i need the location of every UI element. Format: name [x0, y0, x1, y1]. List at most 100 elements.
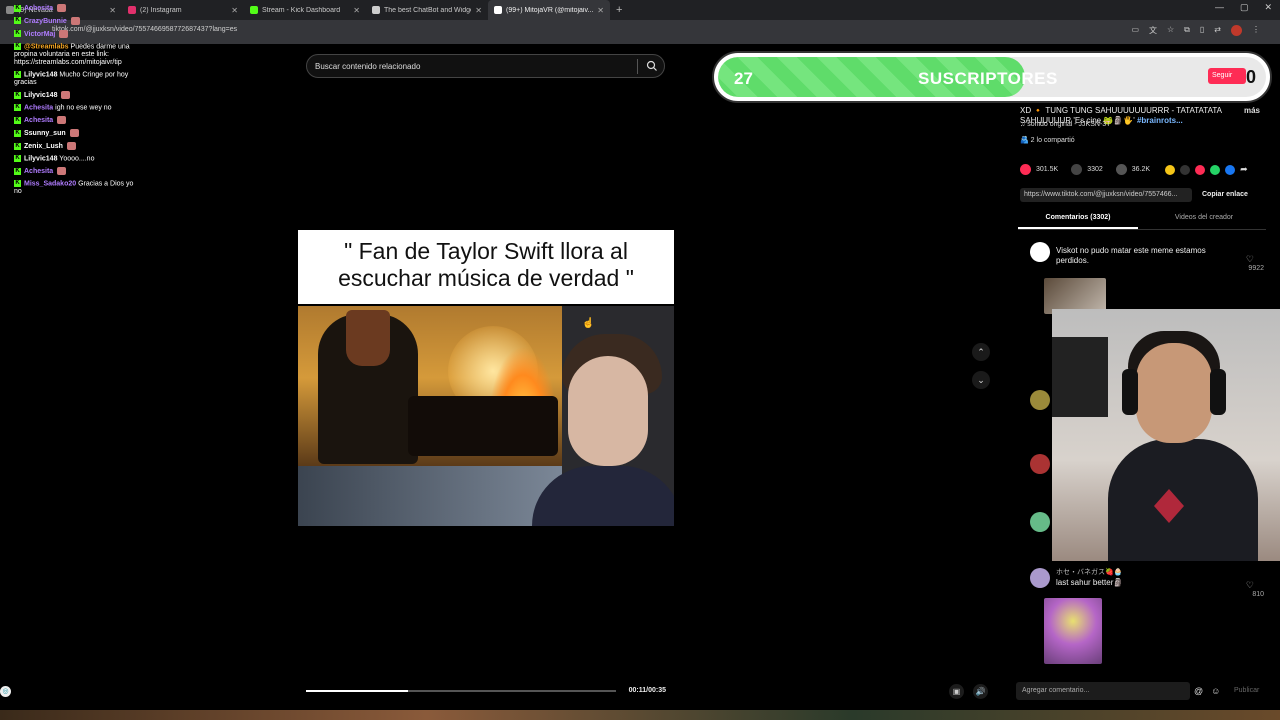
screen: (9) Nevada ✕ (2) Instagram ✕ Stream - Kick… — [0, 0, 1280, 720]
comment-heart-icon[interactable]: ♡ — [1246, 580, 1254, 591]
extensions-icon[interactable]: ⧉ — [1184, 25, 1190, 36]
comment-likes: 810 — [1252, 591, 1264, 598]
tab-favicon-icon — [6, 6, 14, 14]
search-icon[interactable] — [646, 60, 658, 72]
menu-icon[interactable]: ⋮ — [1252, 25, 1260, 36]
chat-username[interactable]: Zenix_Lush — [24, 143, 63, 150]
maximize-icon[interactable]: ▢ — [1240, 2, 1249, 13]
sidebar-icon[interactable]: ▯ — [1200, 25, 1204, 36]
browser-tab[interactable]: Stream - Kick Dashboard ✕ — [244, 0, 366, 20]
comment-image[interactable] — [1044, 598, 1102, 664]
avatar[interactable] — [1030, 242, 1050, 262]
close-tab-icon[interactable]: ✕ — [475, 6, 482, 15]
emote-icon — [70, 16, 80, 25]
goal-track: 27 SUSCRIPTORES 50 — [718, 57, 1266, 97]
close-tab-icon[interactable]: ✕ — [231, 6, 238, 15]
next-video-chevron-down-icon[interactable]: ⌄ — [972, 371, 990, 389]
tab-title: (99+) MitojaVR (@mitojaiv... — [506, 6, 594, 14]
embed-icon[interactable] — [1180, 164, 1191, 175]
bookmark-star-icon[interactable]: ☆ — [1167, 25, 1174, 36]
tab-creator-videos[interactable]: Videos del creador — [1142, 214, 1266, 221]
comment-icon[interactable] — [1071, 164, 1083, 175]
chat-username[interactable]: Achesita — [24, 168, 53, 175]
chat-username[interactable]: Miss_Sadako20 — [24, 180, 76, 187]
chat-username[interactable]: Ssunny_sun — [24, 130, 66, 137]
add-comment-input[interactable]: Agregar comentario... — [1016, 682, 1190, 700]
close-window-icon[interactable]: ✕ — [1264, 2, 1272, 13]
divider — [637, 59, 638, 74]
video-link-field[interactable]: https://www.tiktok.com/@jjuxksn/video/75… — [1020, 188, 1192, 202]
engagement-bar: 301.5K 3302 36.2K ➦ — [1020, 164, 1248, 175]
new-tab-icon[interactable]: + — [616, 4, 622, 16]
chat-username[interactable]: CrazyBunnie — [24, 18, 67, 25]
browser-tab[interactable]: (2) Instagram ✕ — [122, 0, 244, 20]
hashtag-link[interactable]: #brainrots... — [1137, 116, 1183, 125]
comment-likes: 9922 — [1248, 265, 1264, 272]
emote-icon — [69, 129, 79, 138]
minimize-icon[interactable]: — — [1215, 2, 1224, 13]
send-icon[interactable] — [1195, 164, 1206, 175]
comment-count: 3302 — [1087, 166, 1103, 173]
coin-icon[interactable] — [1165, 164, 1176, 175]
previous-video-chevron-up-icon[interactable]: ⌃ — [972, 343, 990, 361]
kick-badge-icon: K — [14, 116, 21, 124]
browser-tab[interactable]: The best ChatBot and Widgets ✕ — [366, 0, 488, 20]
chat-username[interactable]: Achesita — [24, 5, 53, 12]
volume-icon[interactable]: 🔊 — [973, 684, 988, 699]
browser-tab-active[interactable]: (99+) MitojaVR (@mitojaiv... ✕ — [488, 0, 610, 20]
share-arrow-icon[interactable]: ➦ — [1240, 164, 1248, 175]
webcam-overlay — [1052, 309, 1280, 561]
hand-cursor-icon: ☝ — [582, 318, 595, 329]
close-tab-icon[interactable]: ✕ — [597, 6, 604, 15]
kick-badge-icon: K — [14, 91, 21, 99]
chat-text: igh no ese wey no — [55, 104, 112, 112]
chat-username[interactable]: Lilyvic148 — [24, 92, 57, 99]
install-icon[interactable]: ▭ — [1131, 25, 1139, 36]
chat-username[interactable]: Achesita — [24, 104, 53, 111]
video-caption: " Fan de Taylor Swift llora al escuchar … — [298, 230, 674, 304]
kick-badge-icon: K — [14, 70, 21, 78]
like-count: 301.5K — [1036, 166, 1059, 173]
tab-title: (2) Instagram — [140, 6, 182, 14]
chat-username[interactable]: Achesita — [24, 117, 53, 124]
search-input[interactable]: Buscar contenido relacionado — [315, 62, 420, 71]
avatar[interactable] — [1030, 568, 1050, 588]
headphones-icon — [1122, 369, 1138, 415]
chat-username[interactable]: Lilyvic148 — [24, 71, 57, 78]
comment-heart-icon[interactable]: ♡ — [1246, 254, 1254, 265]
translate-icon[interactable]: 文 — [1149, 25, 1157, 36]
publish-button[interactable]: Publicar — [1234, 687, 1259, 694]
profile-avatar[interactable] — [1231, 25, 1242, 36]
bookmark-icon[interactable] — [1115, 164, 1127, 175]
headphones-icon — [1210, 369, 1226, 415]
avatar[interactable] — [1030, 390, 1050, 410]
chat-username[interactable]: Lilyvic148 — [24, 155, 57, 162]
emoji-icon[interactable]: ☺ — [1211, 686, 1220, 696]
emote-icon — [57, 116, 67, 125]
video-player[interactable]: Buscar contenido relacionado " Fan de Ta… — [298, 44, 674, 710]
whatsapp-icon[interactable] — [1210, 164, 1221, 175]
comment-author[interactable]: ホセ・バネガス🍓🧁 — [1056, 568, 1226, 578]
streamlabs-icon — [372, 6, 380, 14]
mention-icon[interactable]: @ — [1194, 686, 1203, 696]
copy-link-button[interactable]: Copiar enlace — [1202, 191, 1248, 198]
miniplayer-icon[interactable]: ▣ — [949, 684, 964, 699]
avatar[interactable] — [1030, 512, 1050, 532]
like-heart-icon[interactable] — [1020, 164, 1031, 175]
follow-button[interactable]: Seguir — [1208, 68, 1246, 84]
sound-link[interactable]: ♫ sonido original - JJKSN-3T — [1020, 121, 1110, 128]
close-tab-icon[interactable]: ✕ — [353, 6, 360, 15]
chat-message: K Lilyvic148 — [14, 91, 134, 100]
tab-comments[interactable]: Comentarios (3302) — [1018, 214, 1138, 229]
chat-username[interactable]: @Streamlabs — [24, 43, 69, 50]
more-button[interactable]: más — [1244, 106, 1260, 115]
cast-icon[interactable]: ⇄ — [1214, 25, 1221, 36]
emote-icon — [66, 142, 76, 151]
facebook-icon[interactable] — [1225, 164, 1236, 175]
chat-username[interactable]: VictorMaj — [24, 31, 55, 38]
video-progress-bar[interactable] — [306, 690, 616, 692]
chat-message: K Lilyvic148 Yoooo....no — [14, 154, 134, 163]
emote-icon — [59, 29, 69, 38]
avatar[interactable] — [1030, 454, 1050, 474]
search-bar[interactable]: Buscar contenido relacionado — [306, 54, 665, 78]
